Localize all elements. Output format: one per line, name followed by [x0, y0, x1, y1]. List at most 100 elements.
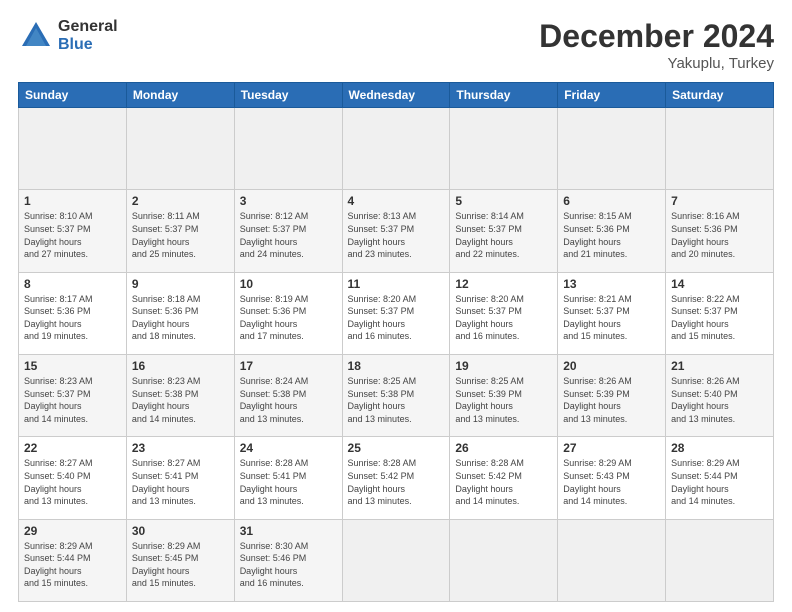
daylight-label: Daylight hours — [132, 237, 190, 247]
sunrise-text: Sunrise: 8:22 AM — [671, 294, 740, 304]
sunset-text: Sunset: 5:39 PM — [455, 389, 522, 399]
daylight-duration: and 13 minutes. — [132, 496, 196, 506]
day-number: 6 — [563, 194, 660, 208]
daylight-duration: and 14 minutes. — [455, 496, 519, 506]
daylight-duration: and 13 minutes. — [563, 414, 627, 424]
daylight-duration: and 15 minutes. — [132, 578, 196, 588]
table-row: 15Sunrise: 8:23 AMSunset: 5:37 PMDayligh… — [19, 354, 127, 436]
table-row: 11Sunrise: 8:20 AMSunset: 5:37 PMDayligh… — [342, 272, 450, 354]
table-row: 16Sunrise: 8:23 AMSunset: 5:38 PMDayligh… — [126, 354, 234, 436]
day-number: 18 — [348, 359, 445, 373]
day-info: Sunrise: 8:17 AMSunset: 5:36 PMDaylight … — [24, 293, 121, 343]
daylight-label: Daylight hours — [24, 401, 82, 411]
daylight-duration: and 23 minutes. — [348, 249, 412, 259]
daylight-label: Daylight hours — [348, 401, 406, 411]
sunset-text: Sunset: 5:36 PM — [671, 224, 738, 234]
calendar-week-1: 1Sunrise: 8:10 AMSunset: 5:37 PMDaylight… — [19, 190, 774, 272]
table-row: 17Sunrise: 8:24 AMSunset: 5:38 PMDayligh… — [234, 354, 342, 436]
sunrise-text: Sunrise: 8:28 AM — [240, 458, 309, 468]
table-row — [666, 108, 774, 190]
logo: General Blue — [18, 18, 118, 54]
day-number: 16 — [132, 359, 229, 373]
table-row: 31Sunrise: 8:30 AMSunset: 5:46 PMDayligh… — [234, 519, 342, 601]
sunrise-text: Sunrise: 8:21 AM — [563, 294, 632, 304]
daylight-label: Daylight hours — [24, 319, 82, 329]
table-row: 30Sunrise: 8:29 AMSunset: 5:45 PMDayligh… — [126, 519, 234, 601]
logo-general-text: General — [58, 18, 118, 36]
sunrise-text: Sunrise: 8:26 AM — [671, 376, 740, 386]
sunrise-text: Sunrise: 8:15 AM — [563, 211, 632, 221]
calendar-week-2: 8Sunrise: 8:17 AMSunset: 5:36 PMDaylight… — [19, 272, 774, 354]
sunset-text: Sunset: 5:37 PM — [348, 306, 415, 316]
table-row: 4Sunrise: 8:13 AMSunset: 5:37 PMDaylight… — [342, 190, 450, 272]
sunset-text: Sunset: 5:38 PM — [240, 389, 307, 399]
sunrise-text: Sunrise: 8:30 AM — [240, 541, 309, 551]
sunset-text: Sunset: 5:45 PM — [132, 553, 199, 563]
daylight-label: Daylight hours — [24, 237, 82, 247]
sunrise-text: Sunrise: 8:19 AM — [240, 294, 309, 304]
col-saturday: Saturday — [666, 83, 774, 108]
day-number: 2 — [132, 194, 229, 208]
daylight-label: Daylight hours — [24, 566, 82, 576]
day-number: 27 — [563, 441, 660, 455]
daylight-duration: and 22 minutes. — [455, 249, 519, 259]
calendar-week-3: 15Sunrise: 8:23 AMSunset: 5:37 PMDayligh… — [19, 354, 774, 436]
sunrise-text: Sunrise: 8:23 AM — [24, 376, 93, 386]
table-row: 3Sunrise: 8:12 AMSunset: 5:37 PMDaylight… — [234, 190, 342, 272]
daylight-label: Daylight hours — [132, 401, 190, 411]
sunset-text: Sunset: 5:37 PM — [671, 306, 738, 316]
daylight-label: Daylight hours — [455, 401, 513, 411]
sunset-text: Sunset: 5:37 PM — [348, 224, 415, 234]
sunset-text: Sunset: 5:36 PM — [24, 306, 91, 316]
table-row: 1Sunrise: 8:10 AMSunset: 5:37 PMDaylight… — [19, 190, 127, 272]
sunset-text: Sunset: 5:37 PM — [24, 389, 91, 399]
calendar-week-0 — [19, 108, 774, 190]
day-info: Sunrise: 8:28 AMSunset: 5:42 PMDaylight … — [455, 457, 552, 507]
day-number: 1 — [24, 194, 121, 208]
daylight-label: Daylight hours — [455, 237, 513, 247]
day-info: Sunrise: 8:12 AMSunset: 5:37 PMDaylight … — [240, 210, 337, 260]
daylight-label: Daylight hours — [240, 237, 298, 247]
table-row: 7Sunrise: 8:16 AMSunset: 5:36 PMDaylight… — [666, 190, 774, 272]
day-number: 29 — [24, 524, 121, 538]
sunrise-text: Sunrise: 8:28 AM — [455, 458, 524, 468]
day-info: Sunrise: 8:27 AMSunset: 5:40 PMDaylight … — [24, 457, 121, 507]
daylight-duration: and 14 minutes. — [24, 414, 88, 424]
day-number: 20 — [563, 359, 660, 373]
daylight-label: Daylight hours — [240, 401, 298, 411]
daylight-duration: and 14 minutes. — [671, 496, 735, 506]
day-info: Sunrise: 8:26 AMSunset: 5:40 PMDaylight … — [671, 375, 768, 425]
sunset-text: Sunset: 5:37 PM — [455, 224, 522, 234]
sunrise-text: Sunrise: 8:24 AM — [240, 376, 309, 386]
table-row: 25Sunrise: 8:28 AMSunset: 5:42 PMDayligh… — [342, 437, 450, 519]
calendar-header-row: Sunday Monday Tuesday Wednesday Thursday… — [19, 83, 774, 108]
sunset-text: Sunset: 5:36 PM — [132, 306, 199, 316]
table-row — [234, 108, 342, 190]
day-info: Sunrise: 8:25 AMSunset: 5:39 PMDaylight … — [455, 375, 552, 425]
col-friday: Friday — [558, 83, 666, 108]
sunrise-text: Sunrise: 8:18 AM — [132, 294, 201, 304]
col-sunday: Sunday — [19, 83, 127, 108]
daylight-duration: and 19 minutes. — [24, 331, 88, 341]
daylight-label: Daylight hours — [563, 401, 621, 411]
daylight-label: Daylight hours — [563, 319, 621, 329]
table-row: 6Sunrise: 8:15 AMSunset: 5:36 PMDaylight… — [558, 190, 666, 272]
table-row: 8Sunrise: 8:17 AMSunset: 5:36 PMDaylight… — [19, 272, 127, 354]
daylight-label: Daylight hours — [671, 237, 729, 247]
table-row: 13Sunrise: 8:21 AMSunset: 5:37 PMDayligh… — [558, 272, 666, 354]
day-info: Sunrise: 8:29 AMSunset: 5:45 PMDaylight … — [132, 540, 229, 590]
sunrise-text: Sunrise: 8:20 AM — [455, 294, 524, 304]
day-number: 11 — [348, 277, 445, 291]
day-info: Sunrise: 8:18 AMSunset: 5:36 PMDaylight … — [132, 293, 229, 343]
sunrise-text: Sunrise: 8:27 AM — [24, 458, 93, 468]
sunset-text: Sunset: 5:38 PM — [348, 389, 415, 399]
daylight-label: Daylight hours — [240, 484, 298, 494]
day-info: Sunrise: 8:29 AMSunset: 5:44 PMDaylight … — [24, 540, 121, 590]
table-row: 14Sunrise: 8:22 AMSunset: 5:37 PMDayligh… — [666, 272, 774, 354]
day-number: 26 — [455, 441, 552, 455]
day-number: 24 — [240, 441, 337, 455]
page: General Blue December 2024 Yakuplu, Turk… — [0, 0, 792, 612]
daylight-duration: and 13 minutes. — [240, 414, 304, 424]
table-row: 28Sunrise: 8:29 AMSunset: 5:44 PMDayligh… — [666, 437, 774, 519]
daylight-duration: and 25 minutes. — [132, 249, 196, 259]
